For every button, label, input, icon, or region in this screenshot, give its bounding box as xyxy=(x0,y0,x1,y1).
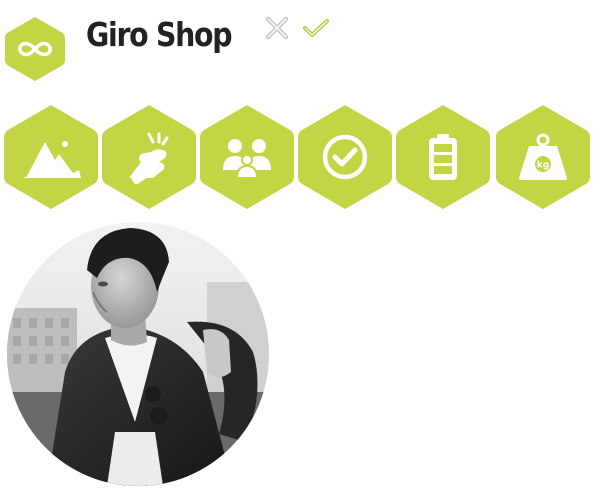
badge-battery[interactable] xyxy=(395,104,491,210)
user-photo-icon xyxy=(7,222,269,486)
user-avatar[interactable] xyxy=(7,222,269,486)
badge-weight[interactable]: kg xyxy=(495,104,591,210)
badge-mountain[interactable] xyxy=(3,104,99,210)
shop-title: Giro Shop xyxy=(86,15,233,54)
close-icon[interactable] xyxy=(264,15,290,41)
infinity-icon xyxy=(5,17,65,81)
badge-group[interactable] xyxy=(199,104,295,210)
status-actions xyxy=(264,13,334,43)
check-icon[interactable] xyxy=(302,17,330,39)
battery-icon xyxy=(429,134,457,180)
weight-label: kg xyxy=(537,161,549,171)
badge-check[interactable] xyxy=(297,104,393,210)
badge-hand-snap[interactable] xyxy=(101,104,197,210)
feature-badges: kg xyxy=(0,104,600,210)
brand-logo[interactable] xyxy=(4,15,66,83)
